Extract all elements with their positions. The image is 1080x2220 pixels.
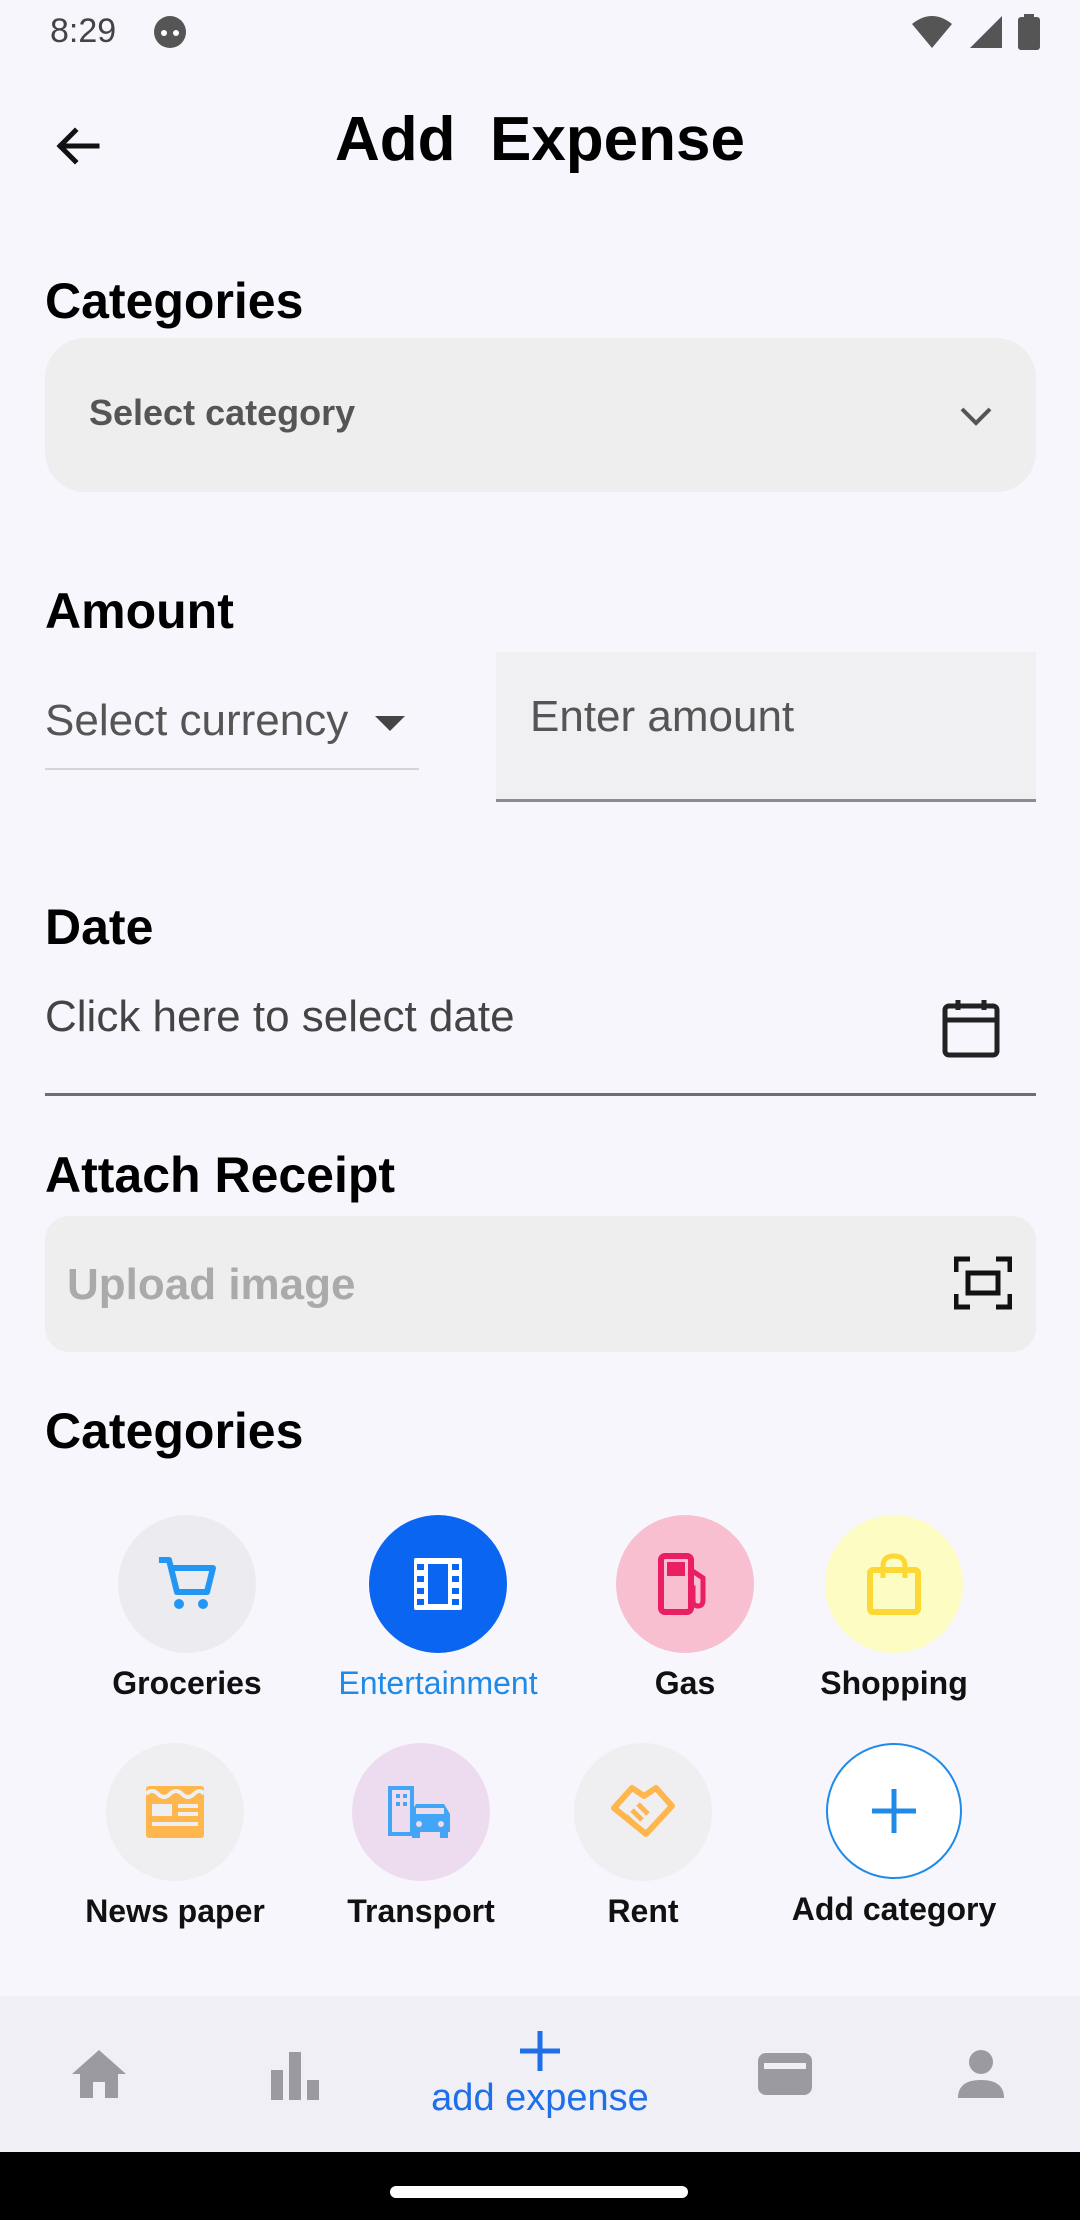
fuel-icon	[658, 1553, 706, 1615]
date-picker-field[interactable]: Click here to select date	[45, 980, 1036, 1096]
category-label: News paper	[85, 1893, 265, 1929]
home-icon	[72, 2050, 126, 2098]
category-label: Gas	[654, 1665, 716, 1701]
date-heading: Date	[45, 899, 154, 955]
shopping-bag-icon	[867, 1553, 921, 1615]
category-label: Rent	[607, 1893, 679, 1929]
handshake-icon	[611, 1785, 675, 1837]
nav-add-expense[interactable]: add expense	[400, 1996, 680, 2152]
nav-profile[interactable]	[932, 1996, 1030, 2152]
wallet-icon	[758, 2053, 812, 2095]
categories-heading: Categories	[45, 273, 304, 329]
category-entertainment[interactable]: Entertainment	[318, 1515, 558, 1702]
app-notification-icon	[154, 16, 186, 48]
category-news-paper[interactable]: News paper	[55, 1743, 295, 1930]
category-rent[interactable]: Rent	[523, 1743, 763, 1930]
status-bar: 8:29	[0, 0, 1080, 64]
home-indicator[interactable]	[390, 2186, 688, 2198]
amount-heading: Amount	[45, 583, 234, 639]
category-label: Groceries	[112, 1665, 262, 1701]
amount-input[interactable]	[530, 692, 1000, 742]
transport-icon	[388, 1786, 450, 1838]
person-icon	[958, 2050, 1004, 2098]
page-title: Add Expense	[335, 105, 745, 174]
date-picker-label: Click here to select date	[45, 992, 515, 1041]
category-grid-heading: Categories	[45, 1403, 304, 1459]
category-dropdown[interactable]: Select category	[45, 338, 1036, 492]
calendar-icon[interactable]	[942, 998, 1000, 1058]
category-label: Shopping	[820, 1665, 968, 1701]
chevron-down-icon	[960, 407, 992, 426]
nav-wallet[interactable]	[736, 1996, 834, 2152]
caret-down-icon	[375, 716, 405, 731]
add-expense-screen: 8:29 Add Expense Categories Select categ…	[0, 0, 1080, 2220]
plus-icon	[872, 1789, 916, 1833]
category-gas[interactable]: Gas	[565, 1515, 805, 1702]
category-label: Add category	[791, 1891, 997, 1927]
currency-dropdown-label: Select currency	[45, 696, 349, 745]
plus-icon	[520, 2030, 560, 2071]
receipt-upload-field[interactable]: Upload image	[45, 1216, 1036, 1352]
category-label: Transport	[347, 1893, 495, 1929]
signal-icon	[970, 16, 1002, 48]
bottom-navigation: add expense	[0, 1996, 1080, 2152]
nav-stats[interactable]	[246, 1996, 344, 2152]
battery-icon	[1018, 14, 1040, 50]
status-time: 8:29	[50, 12, 117, 50]
receipt-upload-label: Upload image	[67, 1260, 356, 1309]
category-groceries[interactable]: Groceries	[67, 1515, 307, 1702]
bar-chart-icon	[271, 2052, 319, 2100]
newspaper-icon	[144, 1786, 206, 1838]
film-icon	[414, 1558, 462, 1610]
nav-home[interactable]	[50, 1996, 148, 2152]
attach-receipt-heading: Attach Receipt	[45, 1147, 396, 1203]
add-category-button[interactable]: Add category	[774, 1743, 1014, 1928]
currency-dropdown[interactable]: Select currency	[45, 686, 419, 770]
system-gesture-bar	[0, 2152, 1080, 2220]
category-shopping[interactable]: Shopping	[774, 1515, 1014, 1702]
cart-icon	[159, 1557, 216, 1609]
scan-icon[interactable]	[954, 1256, 1012, 1310]
category-label: Entertainment	[338, 1665, 538, 1701]
wifi-icon	[912, 16, 952, 48]
category-dropdown-label: Select category	[89, 392, 356, 433]
nav-add-expense-label: add expense	[431, 2076, 649, 2119]
category-transport[interactable]: Transport	[301, 1743, 541, 1930]
amount-field[interactable]	[496, 652, 1036, 802]
